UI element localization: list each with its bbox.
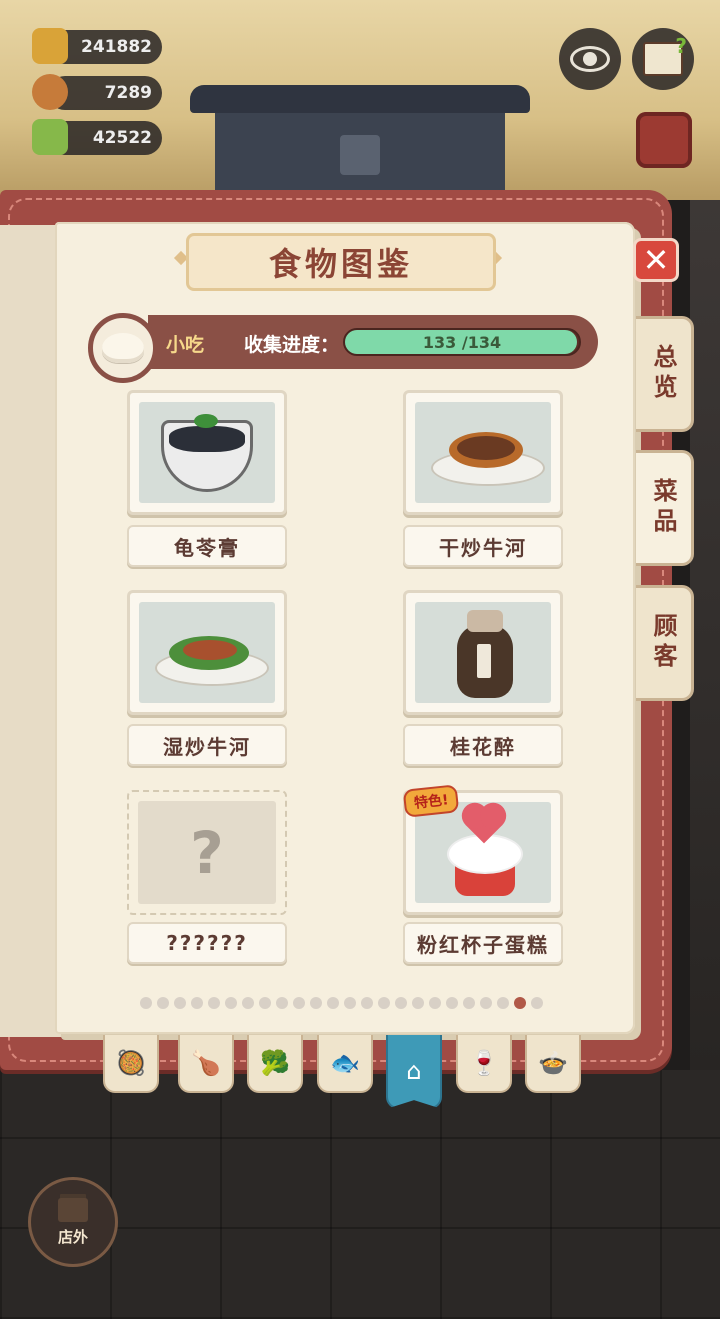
special-badge: 特色! [402,784,460,818]
chef-hat-icon [32,74,68,110]
wet-fried-beef-noodles-icon [139,602,275,703]
page-dot-active[interactable] [514,997,526,1009]
green-ticket-icon [32,119,68,155]
food-name: 干炒牛河 [403,525,563,567]
page-dot[interactable] [259,997,271,1009]
category-name: 小吃 [166,334,205,356]
food-name: 桂花醉 [403,724,563,766]
pink-cupcake-icon [415,802,551,903]
building-window [340,135,380,175]
page-dot[interactable] [225,997,237,1009]
collection-progress-label: 收集进度： [244,334,340,356]
locked-placeholder: ? [138,801,276,904]
page-dot[interactable] [293,997,305,1009]
page-dot[interactable] [276,997,288,1009]
food-card-herbal-jelly[interactable] [127,390,287,515]
progress-text: 133 /134 [422,332,502,352]
food-card-wet-beef-noodles[interactable] [127,590,287,715]
tab-fish[interactable]: 🐟 [317,1035,373,1093]
food-name: ?????? [127,922,287,964]
broccoli-icon: 🥦 [260,1049,290,1077]
page-title: 食物图鉴 [186,233,496,291]
tab-snacks[interactable]: ⌂ [386,1035,442,1109]
tab-vegetable[interactable]: 🥦 [247,1035,303,1093]
page-dot[interactable] [157,997,169,1009]
page-dot[interactable] [140,997,152,1009]
page-dot[interactable] [395,997,407,1009]
tab-dishes[interactable]: 菜品 [636,450,694,566]
recipe-book-icon[interactable] [636,112,692,168]
background-wall [690,200,720,1070]
page-dot[interactable] [361,997,373,1009]
tab-meat[interactable]: 🍗 [178,1035,234,1093]
pagination-dots [140,997,543,1009]
store-icon [58,1197,88,1222]
page-dot[interactable] [327,997,339,1009]
fish-icon: 🐟 [330,1049,360,1077]
osmanthus-wine-jar-icon [415,602,551,703]
food-name: 湿炒牛河 [127,724,287,766]
tab-drinks[interactable]: 🍷 [456,1035,512,1093]
gold-ingot-icon [32,28,68,64]
bun-icon [102,333,144,363]
food-name: 龟苓膏 [127,525,287,567]
page-dot[interactable] [191,997,203,1009]
page-dot[interactable] [378,997,390,1009]
soup-bowl-icon: 🍲 [538,1049,568,1077]
view-button[interactable] [559,28,621,90]
tab-wok[interactable]: 🥘 [103,1035,159,1093]
page-dot[interactable] [412,997,424,1009]
question-mark-icon: ? [190,818,224,887]
close-button[interactable]: ✕ [633,238,679,282]
page-dot[interactable] [174,997,186,1009]
page-dot[interactable] [531,997,543,1009]
tab-soup[interactable]: 🍲 [525,1035,581,1093]
eye-icon [570,46,610,72]
wok-icon: 🥘 [116,1049,146,1077]
page-dot[interactable] [310,997,322,1009]
page-dot[interactable] [463,997,475,1009]
outside-store-label: 店外 [57,1227,88,1246]
page-dot[interactable] [208,997,220,1009]
drumstick-icon: 🍗 [191,1049,221,1077]
help-book-icon: ? [643,34,687,76]
food-name: 粉红杯子蛋糕 [403,922,563,964]
tab-customers[interactable]: 顾客 [636,585,694,701]
wine-glass-icon: 🍷 [469,1049,499,1077]
food-card-osmanthus-wine[interactable] [403,590,563,715]
bun-icon: ⌂ [406,1057,422,1085]
page-dot[interactable] [429,997,441,1009]
help-book-button[interactable]: ? [632,28,694,90]
page-dot[interactable] [344,997,356,1009]
page-dot[interactable] [446,997,458,1009]
outside-store-button[interactable]: 店外 [28,1177,118,1267]
dry-fried-beef-noodles-icon [415,402,551,503]
food-card-locked[interactable]: ? [127,790,287,915]
page-dot[interactable] [497,997,509,1009]
category-avatar [88,313,158,383]
food-card-dry-beef-noodles[interactable] [403,390,563,515]
herbal-jelly-bowl-icon [139,402,275,503]
collection-progress-bar: 133 /134 [343,328,581,356]
tab-overview[interactable]: 总览 [636,316,694,432]
page-dot[interactable] [242,997,254,1009]
page-dot[interactable] [480,997,492,1009]
